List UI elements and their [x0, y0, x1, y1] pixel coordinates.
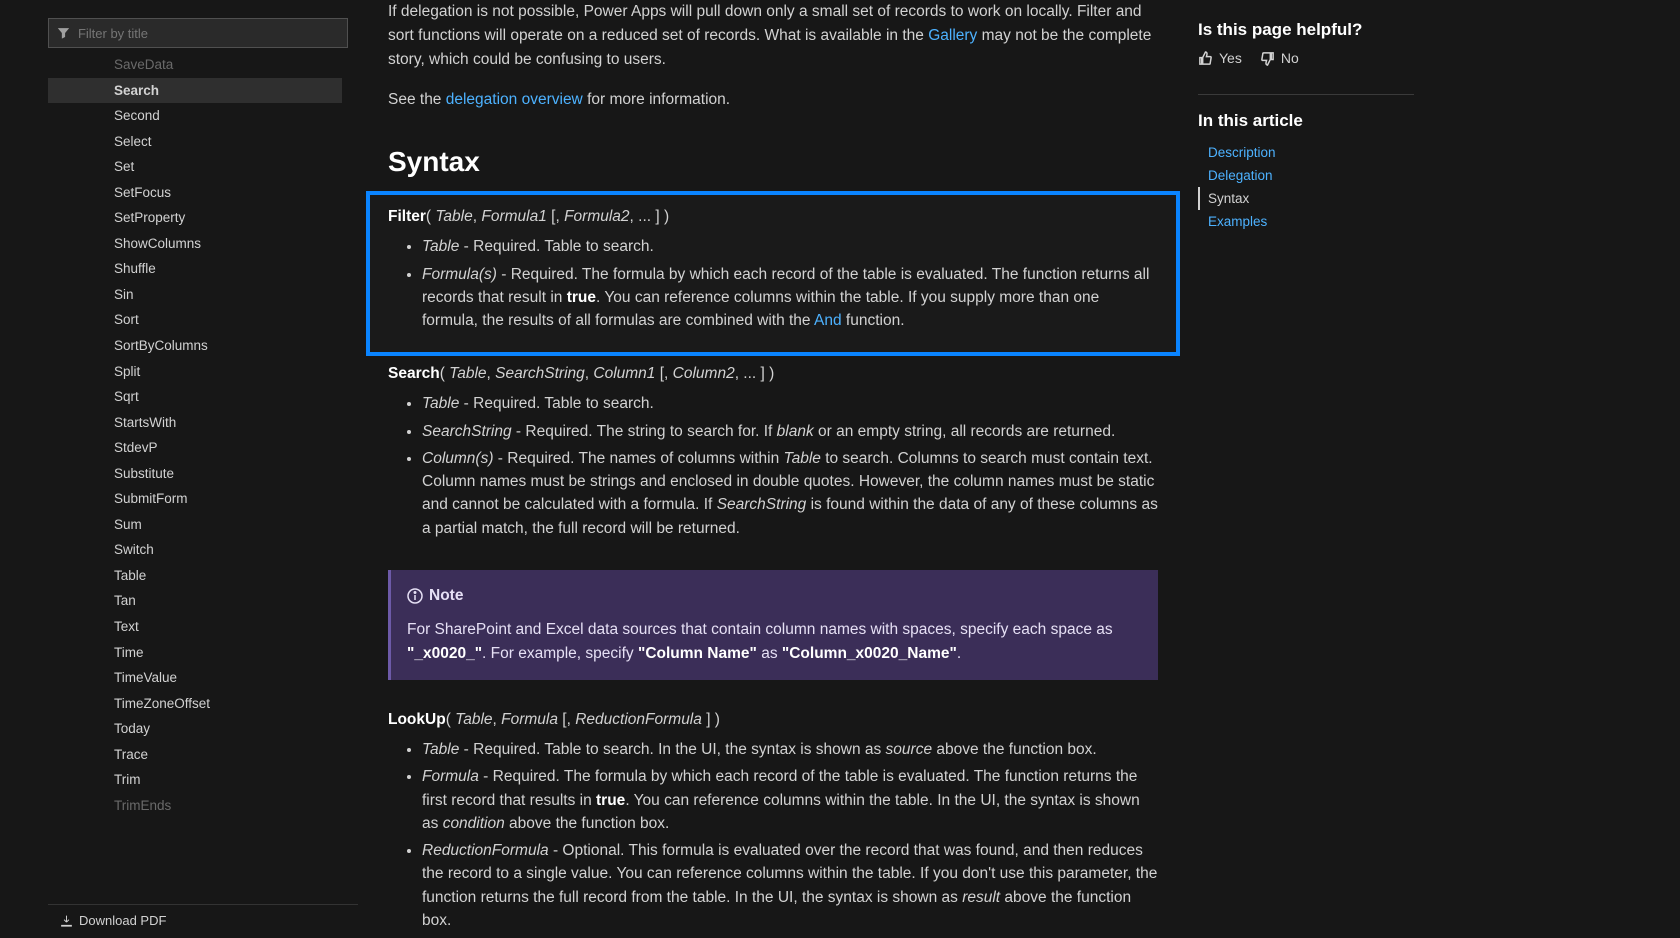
sidebar-item-trace[interactable]: Trace	[48, 742, 342, 768]
lookup-arg-table: Table - Required. Table to search. In th…	[422, 738, 1158, 761]
feedback-yes-button[interactable]: Yes	[1198, 50, 1242, 66]
sidebar-item-select[interactable]: Select	[48, 129, 342, 155]
lookup-arg-formula: Formula - Required. The formula by which…	[422, 765, 1158, 835]
sidebar-item-sin[interactable]: Sin	[48, 282, 342, 308]
sidebar-item-setfocus[interactable]: SetFocus	[48, 180, 342, 206]
delegation-paragraph-1: If delegation is not possible, Power App…	[388, 0, 1158, 72]
in-article-heading: In this article	[1198, 111, 1414, 131]
feedback-buttons: Yes No	[1198, 50, 1414, 80]
gallery-link[interactable]: Gallery	[928, 27, 977, 44]
filter-args-list: Table - Required. Table to search. Formu…	[388, 235, 1158, 332]
sidebar-item-shuffle[interactable]: Shuffle	[48, 256, 342, 282]
sidebar-item-second[interactable]: Second	[48, 103, 342, 129]
and-link[interactable]: And	[814, 312, 842, 329]
search-args-list: Table - Required. Table to search. Searc…	[388, 392, 1158, 540]
in-article-toc: DescriptionDelegationSyntaxExamples	[1198, 141, 1414, 233]
sidebar-item-split[interactable]: Split	[48, 359, 342, 385]
sidebar-item-submitform[interactable]: SubmitForm	[48, 486, 342, 512]
download-icon	[60, 914, 73, 927]
sidebar-item-sqrt[interactable]: Sqrt	[48, 384, 342, 410]
sidebar-item-savedata[interactable]: SaveData	[48, 52, 342, 78]
delegation-overview-link[interactable]: delegation overview	[446, 91, 583, 108]
lookup-arg-reduction: ReductionFormula - Optional. This formul…	[422, 839, 1158, 932]
right-rail: Is this page helpful? Yes No In this art…	[1188, 0, 1438, 938]
sidebar-item-timevalue[interactable]: TimeValue	[48, 665, 342, 691]
delegation-paragraph-2: See the delegation overview for more inf…	[388, 88, 1158, 112]
thumbs-up-icon	[1198, 51, 1213, 66]
sidebar-item-sort[interactable]: Sort	[48, 307, 342, 333]
note-title: Note	[407, 584, 1142, 608]
search-signature: Search( Table, SearchString, Column1 [, …	[388, 362, 1158, 386]
helpful-heading: Is this page helpful?	[1198, 20, 1414, 40]
sidebar-item-tan[interactable]: Tan	[48, 588, 342, 614]
rail-link-examples[interactable]: Examples	[1198, 210, 1414, 233]
feedback-no-button[interactable]: No	[1260, 50, 1299, 66]
download-pdf-label: Download PDF	[79, 913, 166, 928]
sidebar-item-set[interactable]: Set	[48, 154, 342, 180]
rail-link-delegation[interactable]: Delegation	[1198, 164, 1414, 187]
sidebar-item-sortbycolumns[interactable]: SortByColumns	[48, 333, 342, 359]
search-arg-table: Table - Required. Table to search.	[422, 392, 1158, 415]
rail-link-description[interactable]: Description	[1198, 141, 1414, 164]
filter-arg-formulas: Formula(s) - Required. The formula by wh…	[422, 263, 1158, 333]
sidebar-item-timezoneoffset[interactable]: TimeZoneOffset	[48, 691, 342, 717]
search-arg-searchstring: SearchString - Required. The string to s…	[422, 420, 1158, 443]
sidebar-item-showcolumns[interactable]: ShowColumns	[48, 231, 342, 257]
sidebar-item-substitute[interactable]: Substitute	[48, 461, 342, 487]
filter-arg-table: Table - Required. Table to search.	[422, 235, 1158, 258]
sidebar-item-trim[interactable]: Trim	[48, 767, 342, 793]
rail-link-syntax[interactable]: Syntax	[1198, 187, 1414, 210]
info-icon	[407, 588, 423, 604]
filter-syntax-block: Filter( Table, Formula1 [, Formula2, ...…	[370, 195, 1176, 352]
main-content: If delegation is not possible, Power App…	[358, 0, 1188, 938]
note-box: Note For SharePoint and Excel data sourc…	[388, 570, 1158, 680]
sidebar-item-startswith[interactable]: StartsWith	[48, 410, 342, 436]
search-arg-columns: Column(s) - Required. The names of colum…	[422, 447, 1158, 540]
left-sidebar: SaveDataSearchSecondSelectSetSetFocusSet…	[0, 0, 358, 938]
toc-scroll[interactable]: SaveDataSearchSecondSelectSetSetFocusSet…	[48, 52, 358, 904]
sidebar-item-time[interactable]: Time	[48, 640, 342, 666]
search-syntax-block: Search( Table, SearchString, Column1 [, …	[388, 352, 1158, 560]
sidebar-item-sum[interactable]: Sum	[48, 512, 342, 538]
lookup-args-list: Table - Required. Table to search. In th…	[388, 738, 1158, 932]
lookup-syntax-block: LookUp( Table, Formula [, ReductionFormu…	[388, 698, 1158, 938]
lookup-signature: LookUp( Table, Formula [, ReductionFormu…	[388, 708, 1158, 732]
sidebar-item-setproperty[interactable]: SetProperty	[48, 205, 342, 231]
filter-icon	[57, 26, 70, 40]
thumbs-down-icon	[1260, 51, 1275, 66]
rail-divider	[1198, 94, 1414, 95]
sidebar-item-search[interactable]: Search	[48, 78, 342, 104]
sidebar-item-switch[interactable]: Switch	[48, 537, 342, 563]
syntax-heading: Syntax	[388, 140, 1158, 183]
sidebar-item-text[interactable]: Text	[48, 614, 342, 640]
note-body: For SharePoint and Excel data sources th…	[407, 618, 1142, 666]
sidebar-item-stdevp[interactable]: StdevP	[48, 435, 342, 461]
filter-signature: Filter( Table, Formula1 [, Formula2, ...…	[388, 205, 1158, 229]
filter-input[interactable]	[78, 26, 339, 41]
sidebar-item-table[interactable]: Table	[48, 563, 342, 589]
download-pdf-button[interactable]: Download PDF	[48, 904, 358, 938]
sidebar-item-today[interactable]: Today	[48, 716, 342, 742]
filter-box[interactable]	[48, 18, 348, 48]
sidebar-item-trimends[interactable]: TrimEnds	[48, 793, 342, 819]
